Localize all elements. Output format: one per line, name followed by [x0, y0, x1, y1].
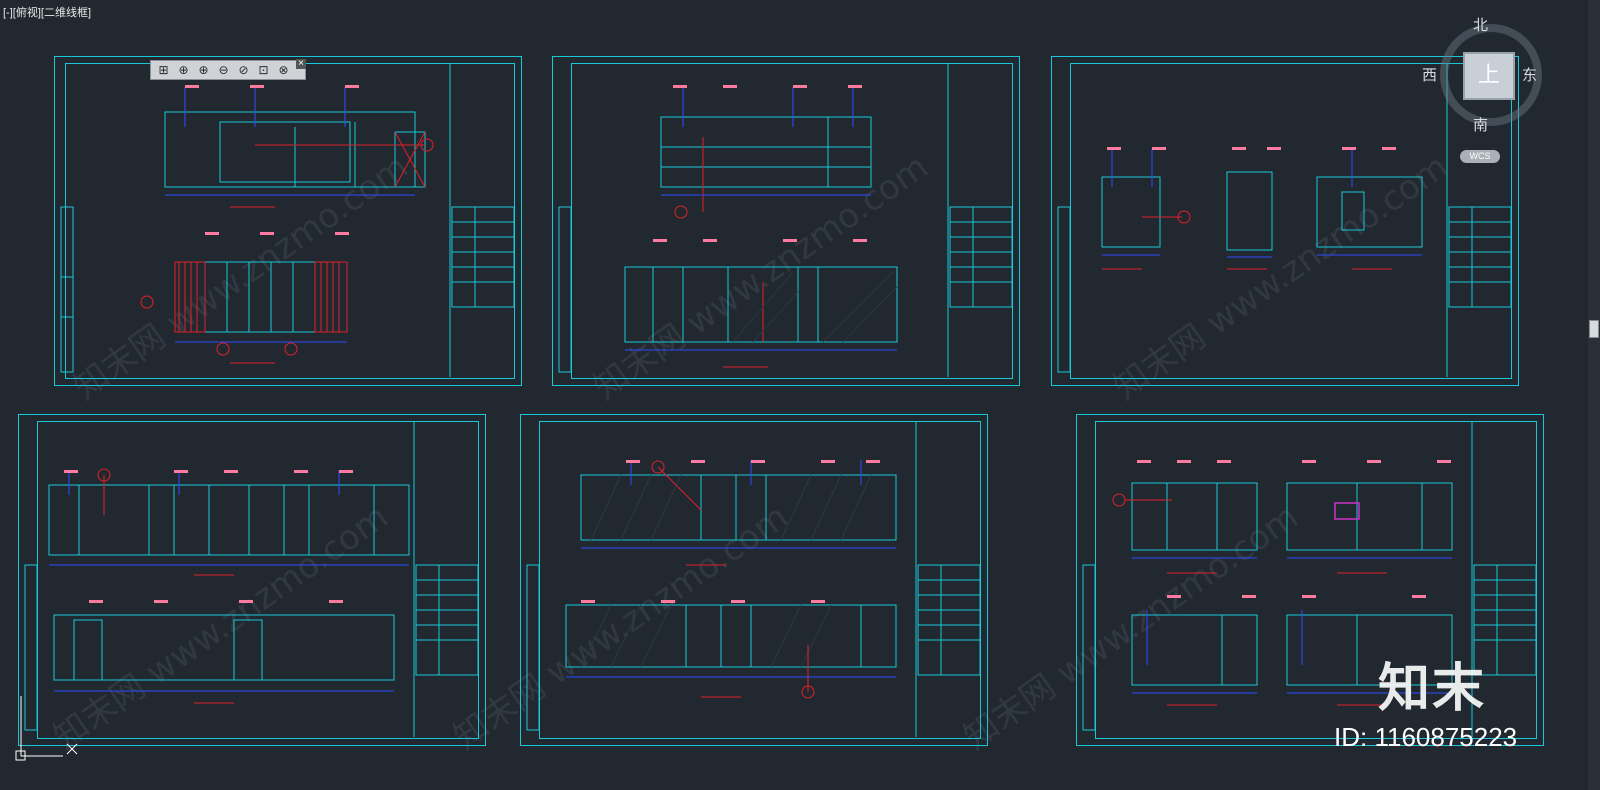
drawing-sheet-2[interactable]: [552, 56, 1020, 386]
zoom-extents-icon[interactable]: ⊘: [235, 63, 252, 78]
orbit-icon[interactable]: ⊕: [175, 63, 192, 78]
zoom-previous-icon[interactable]: ⊗: [275, 63, 292, 78]
floating-toolbar: ⊞ ⊕ ⊕ ⊖ ⊘ ⊡ ⊗ ×: [150, 59, 306, 80]
viewport-label[interactable]: [-][俯视][二维线框]: [3, 4, 91, 20]
scrollbar-thumb[interactable]: [1589, 320, 1599, 338]
wcs-menu-button[interactable]: WCS: [1460, 150, 1500, 163]
sheet-2-drawing: [558, 63, 1013, 377]
drawing-sheet-4[interactable]: [18, 414, 486, 746]
watermark-id: ID: 1160875223: [1334, 722, 1518, 752]
sheet-1-drawing: [60, 63, 515, 377]
zoom-window-icon[interactable]: ⊞: [155, 63, 172, 78]
toolbar-close-button[interactable]: ×: [296, 59, 306, 69]
drawing-sheet-1[interactable]: [54, 56, 522, 386]
vertical-scrollbar[interactable]: [1588, 0, 1600, 790]
drawing-sheet-5[interactable]: [520, 414, 988, 746]
sheet-5-drawing: [526, 421, 981, 737]
watermark-logo: 知末: [1378, 659, 1487, 719]
sheet-4-drawing: [24, 421, 479, 737]
compass-north[interactable]: 北: [1473, 14, 1488, 35]
compass-south[interactable]: 南: [1473, 114, 1488, 135]
compass-east[interactable]: 东: [1522, 64, 1537, 85]
viewcube[interactable]: 上 北 南 东 西: [1422, 12, 1553, 137]
ucs-icon: [15, 696, 78, 761]
zoom-in-icon[interactable]: ⊕: [195, 63, 212, 78]
zoom-out-icon[interactable]: ⊖: [215, 63, 232, 78]
view-cube-icon[interactable]: ⊡: [255, 63, 272, 78]
compass-west[interactable]: 西: [1422, 64, 1437, 85]
viewcube-top-face[interactable]: 上: [1463, 52, 1515, 100]
